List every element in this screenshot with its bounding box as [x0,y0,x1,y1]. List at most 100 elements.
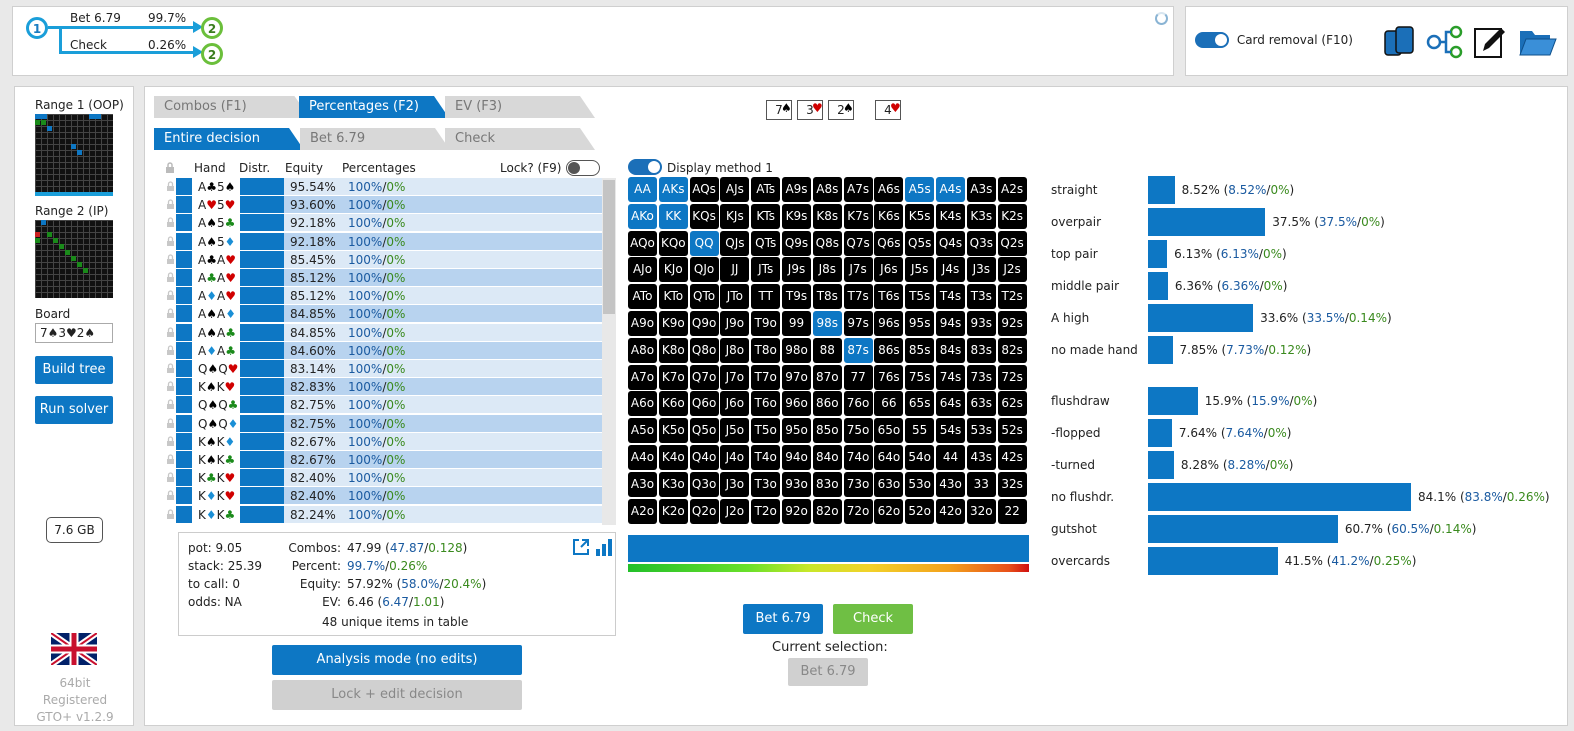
matrix-cell-98o[interactable]: 98o [782,337,811,363]
matrix-cell-97s[interactable]: 97s [843,311,873,336]
matrix-cell-66[interactable]: 66 [874,391,904,417]
matrix-cell-J9s[interactable]: J9s [782,257,811,283]
matrix-cell-J5s[interactable]: J5s [905,257,935,283]
tree-action-label[interactable]: Bet 6.79 [70,11,121,25]
matrix-cell-95s[interactable]: 95s [905,311,935,336]
matrix-cell-T6o[interactable]: T6o [751,391,781,417]
matrix-cell-KTs[interactable]: KTs [751,203,781,229]
matrix-cell-KJo[interactable]: KJo [658,257,688,283]
matrix-cell-Q3s[interactable]: Q3s [966,230,996,256]
matrix-cell-K2s[interactable]: K2s [997,203,1027,229]
external-link-icon[interactable] [571,537,591,557]
col-hand[interactable]: Hand [194,161,226,175]
lock-edit-button[interactable]: Lock + edit decision [272,680,522,710]
matrix-cell-A8o[interactable]: A8o [628,337,657,363]
table-row[interactable]: Q♠Q♦ 82.75% 100%/0% [167,414,603,433]
matrix-cell-93s[interactable]: 93s [966,311,996,336]
matrix-cell-K9s[interactable]: K9s [782,203,811,229]
tab-bet[interactable]: Bet 6.79 [300,128,450,150]
tree-root-node[interactable]: 1 [26,17,48,39]
matrix-cell-T6s[interactable]: T6s [874,284,904,310]
matrix-cell-J7o[interactable]: J7o [720,364,750,390]
matrix-cell-75s[interactable]: 75s [905,364,935,390]
matrix-cell-82s[interactable]: 82s [997,337,1027,363]
table-row[interactable]: K♦K♥ 82.40% 100%/0% [167,487,603,505]
table-scrollbar[interactable] [602,178,616,525]
matrix-cell-JTo[interactable]: JTo [720,284,750,310]
matrix-cell-AA[interactable]: AA [628,177,657,202]
matrix-cell-88[interactable]: 88 [812,337,842,363]
matrix-cell-76o[interactable]: 76o [843,391,873,417]
matrix-cell-JJ[interactable]: JJ [720,257,750,283]
matrix-cell-22[interactable]: 22 [997,498,1027,524]
col-percentages[interactable]: Percentages [342,161,416,175]
matrix-cell-ATo[interactable]: ATo [628,284,657,310]
run-solver-button[interactable]: Run solver [35,396,113,424]
lock-icon[interactable] [166,181,175,192]
table-row[interactable]: K♦K♣ 82.24% 100%/0% [167,505,603,524]
matrix-cell-T2s[interactable]: T2s [997,284,1027,310]
lock-icon[interactable] [166,490,175,501]
matrix-cell-87s[interactable]: 87s [843,337,873,363]
lock-icon[interactable] [166,290,175,301]
matrix-cell-A7s[interactable]: A7s [843,177,873,202]
matrix-cell-J3o[interactable]: J3o [720,471,750,497]
matrix-cell-82o[interactable]: 82o [812,498,842,524]
table-row[interactable]: A♣5♠ 95.54% 100%/0% [167,178,603,196]
matrix-cell-A4s[interactable]: A4s [936,177,965,202]
matrix-cell-73s[interactable]: 73s [966,364,996,390]
matrix-cell-K9o[interactable]: K9o [658,311,688,336]
lock-icon[interactable] [166,345,175,356]
matrix-cell-Q3o[interactable]: Q3o [689,471,719,497]
matrix-cell-53o[interactable]: 53o [905,471,935,497]
matrix-cell-T9o[interactable]: T9o [751,311,781,336]
matrix-cell-86s[interactable]: 86s [874,337,904,363]
lock-icon[interactable] [166,272,175,283]
matrix-cell-AQo[interactable]: AQo [628,230,657,256]
tab-combos[interactable]: Combos (F1) [154,96,310,118]
matrix-cell-K4s[interactable]: K4s [936,203,965,229]
tab-entire-decision[interactable]: Entire decision [154,128,304,150]
matrix-cell-Q7s[interactable]: Q7s [843,230,873,256]
matrix-cell-Q8s[interactable]: Q8s [812,230,842,256]
matrix-cell-65o[interactable]: 65o [874,418,904,444]
matrix-cell-93o[interactable]: 93o [782,471,811,497]
lock-icon[interactable] [166,199,175,210]
matrix-cell-Q5s[interactable]: Q5s [905,230,935,256]
matrix-cell-76s[interactable]: 76s [874,364,904,390]
matrix-cell-QTo[interactable]: QTo [689,284,719,310]
matrix-cell-Q5o[interactable]: Q5o [689,418,719,444]
lock-icon[interactable] [166,363,175,374]
table-row[interactable]: A♥5♥ 93.60% 100%/0% [167,196,603,214]
matrix-cell-Q8o[interactable]: Q8o [689,337,719,363]
matrix-cell-52s[interactable]: 52s [997,418,1027,444]
matrix-cell-A5o[interactable]: A5o [628,418,657,444]
matrix-cell-J7s[interactable]: J7s [843,257,873,283]
matrix-cell-94o[interactable]: 94o [782,445,811,470]
matrix-cell-A5s[interactable]: A5s [905,177,935,202]
matrix-cell-96s[interactable]: 96s [874,311,904,336]
table-row[interactable]: A♠A♣ 84.85% 100%/0% [167,323,603,342]
matrix-cell-55[interactable]: 55 [905,418,935,444]
matrix-cell-KK[interactable]: KK [658,203,688,229]
tab-ev[interactable]: EV (F3) [445,96,595,118]
matrix-cell-84o[interactable]: 84o [812,445,842,470]
matrix-cell-K7o[interactable]: K7o [658,364,688,390]
matrix-cell-A3s[interactable]: A3s [966,177,996,202]
matrix-cell-92s[interactable]: 92s [997,311,1027,336]
matrix-cell-J6s[interactable]: J6s [874,257,904,283]
matrix-cell-Q7o[interactable]: Q7o [689,364,719,390]
matrix-cell-A2o[interactable]: A2o [628,498,657,524]
matrix-cell-92o[interactable]: 92o [782,498,811,524]
matrix-cell-T8o[interactable]: T8o [751,337,781,363]
matrix-cell-85o[interactable]: 85o [812,418,842,444]
matrix-cell-K4o[interactable]: K4o [658,445,688,470]
table-row[interactable]: K♣K♥ 82.40% 100%/0% [167,469,603,487]
tab-percentages[interactable]: Percentages (F2) [299,96,449,118]
matrix-cell-AKs[interactable]: AKs [658,177,688,202]
matrix-cell-A9s[interactable]: A9s [782,177,811,202]
matrix-cell-83s[interactable]: 83s [966,337,996,363]
matrix-cell-J2o[interactable]: J2o [720,498,750,524]
lock-icon[interactable] [166,381,175,392]
copy-icon[interactable] [1383,25,1417,59]
